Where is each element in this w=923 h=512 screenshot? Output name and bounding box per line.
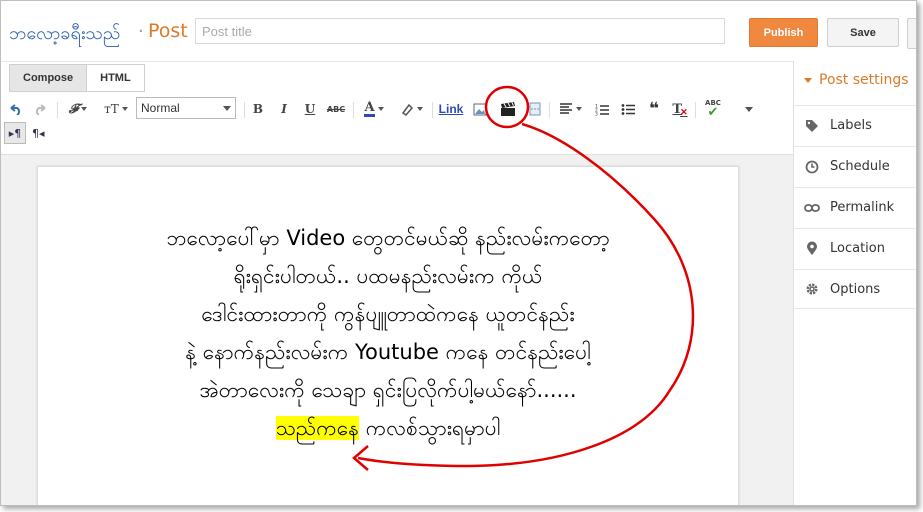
font-family-icon: 𝓕	[68, 101, 79, 117]
body-line-rest: ကလစ်သွားရမှာပါ	[359, 416, 501, 440]
header: ဘလော့ခရီးသည် · Post Publish Save	[1, 1, 916, 62]
highlighter-icon	[401, 103, 413, 116]
clock-icon	[804, 160, 820, 174]
body-line: နဲ့ နောက်နည်းလမ်းက Youtube ကနေ တင်နည်းပေ…	[185, 340, 591, 364]
sidebar-item-label: Location	[830, 241, 885, 256]
image-icon	[473, 103, 487, 115]
highlighted-text: သည်ကနေ	[275, 416, 360, 440]
format-select[interactable]: Normal	[136, 97, 236, 119]
sidebar-item-schedule[interactable]: Schedule	[794, 146, 916, 186]
italic-button[interactable]: I	[275, 94, 293, 124]
numbered-list-button[interactable]: 123	[593, 94, 611, 124]
font-size-button[interactable]: тT	[99, 94, 133, 124]
format-select-value: Normal	[141, 101, 180, 115]
text-color-icon: A	[364, 100, 375, 117]
sidebar-item-permalink[interactable]: Permalink	[794, 187, 916, 227]
strikethrough-button[interactable]: ABC	[325, 94, 347, 124]
highlight-color-button[interactable]	[395, 94, 427, 124]
font-size-icon: тT	[104, 102, 119, 116]
publish-button[interactable]: Publish	[749, 18, 818, 47]
sidebar-item-label: Options	[830, 281, 881, 297]
tag-icon	[804, 119, 820, 133]
breadcrumb-separator: ·	[138, 21, 144, 42]
sidebar-item-labels[interactable]: Labels	[794, 105, 916, 145]
sidebar-item-options[interactable]: Options	[794, 269, 916, 309]
link-button[interactable]: Link	[437, 94, 465, 124]
jump-break-icon	[529, 102, 541, 116]
numbered-list-icon: 123	[595, 103, 609, 116]
body-line: ဒေါင်းထားတာကို ကွန်ပျူတာထဲကနေ ယူတင်နည်း	[201, 302, 575, 326]
insert-image-button[interactable]	[471, 94, 489, 124]
sidebar-item-label: Labels	[830, 118, 872, 133]
more-button[interactable]	[907, 18, 916, 49]
post-settings-sidebar: Post settings Labels Schedule Permalink …	[793, 61, 916, 505]
alignment-button[interactable]	[555, 94, 585, 124]
editor-page[interactable]: ဘလော့ပေါ်မှာ Video တွေတင်မယ်ဆို နည်းလမ်း…	[37, 166, 739, 505]
underline-button[interactable]: U	[301, 94, 319, 124]
post-body[interactable]: ဘလော့ပေါ်မှာ Video တွေတင်မယ်ဆို နည်းလမ်း…	[38, 219, 738, 447]
spellcheck-button[interactable]: ABC ✔	[701, 94, 725, 124]
save-button[interactable]: Save	[827, 18, 899, 47]
redo-button[interactable]	[31, 94, 51, 124]
mode-tabs: Compose HTML	[9, 64, 145, 92]
svg-text:3: 3	[595, 111, 598, 116]
breadcrumb-post: Post	[148, 20, 188, 42]
align-icon	[559, 103, 572, 114]
sidebar-item-location[interactable]: Location	[794, 228, 916, 268]
text-color-button[interactable]: A	[358, 94, 390, 124]
editor-window: ဘလော့ခရီးသည် · Post Publish Save Compose…	[0, 0, 917, 506]
link-icon	[804, 203, 820, 213]
bullet-list-icon	[621, 103, 635, 115]
body-line-last: သည်ကနေ ကလစ်သွားရမှာပါ	[38, 409, 738, 447]
undo-icon	[10, 104, 21, 115]
bold-button[interactable]: B	[249, 94, 267, 124]
chevron-down-icon	[223, 106, 231, 111]
rtl-button[interactable]: ¶◂	[32, 122, 45, 144]
font-family-button[interactable]: 𝓕	[61, 94, 95, 124]
tab-compose[interactable]: Compose	[9, 64, 88, 92]
gear-icon	[804, 282, 820, 296]
post-settings-heading[interactable]: Post settings	[804, 72, 909, 88]
body-line: ဘလော့ပေါ်မှာ Video တွေတင်မယ်ဆို နည်းလမ်း…	[166, 226, 610, 250]
more-options-dropdown[interactable]	[739, 94, 755, 124]
quote-button[interactable]: ❝	[645, 94, 663, 124]
clear-formatting-button[interactable]: T ✕	[671, 94, 689, 124]
jump-break-button[interactable]	[527, 94, 543, 124]
redo-icon	[35, 104, 46, 115]
insert-video-button[interactable]	[497, 94, 519, 124]
blog-name[interactable]: ဘလော့ခရီးသည်	[9, 21, 120, 48]
sidebar-item-label: Permalink	[830, 200, 895, 215]
formatting-toolbar: 𝓕 тT B I U ABC A Link 123 ❝ T ✕ ABC ✔	[1, 94, 791, 124]
sidebar-item-label: Schedule	[830, 159, 890, 174]
bullet-list-button[interactable]	[619, 94, 637, 124]
undo-button[interactable]	[5, 94, 25, 124]
post-title-input[interactable]	[195, 18, 725, 44]
tab-html[interactable]: HTML	[87, 64, 145, 92]
pin-icon	[804, 241, 820, 256]
body-line: ရိုးရှင်းပါတယ်.. ပထမနည်းလမ်းက ကိုယ်	[233, 264, 543, 288]
clapperboard-icon	[501, 101, 515, 116]
body-line: အဲတာလေးကို သေချာ ရှင်းပြလိုက်ပါ့မယ်နော်.…	[199, 378, 577, 402]
ltr-button[interactable]: ▸¶	[4, 122, 26, 144]
caret-down-icon	[804, 77, 812, 83]
